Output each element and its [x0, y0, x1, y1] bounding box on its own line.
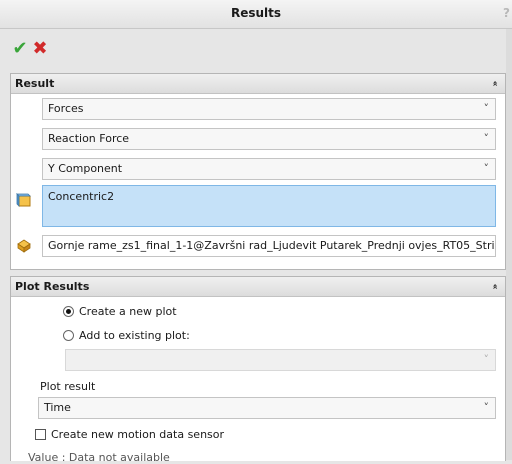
plot-result-dropdown[interactable]: Time ˅: [38, 397, 496, 419]
create-sensor-label: Create new motion data sensor: [51, 428, 225, 441]
collapse-icon[interactable]: «: [485, 81, 504, 87]
result-subtype-dropdown[interactable]: Reaction Force ˅: [42, 128, 496, 150]
create-new-plot-label: Create a new plot: [79, 305, 177, 318]
result-component-dropdown[interactable]: Y Component ˅: [42, 158, 496, 180]
radio-unselected-icon: [63, 330, 74, 341]
chevron-down-icon: ˅: [483, 132, 490, 145]
create-new-plot-radio[interactable]: Create a new plot: [63, 305, 177, 318]
help-icon[interactable]: ?: [503, 0, 510, 26]
component-path-field[interactable]: Gornje rame_zs1_final_1-1@Završni rad_Lj…: [42, 235, 496, 257]
checkbox-unchecked-icon: [35, 429, 46, 440]
scrollbar[interactable]: [506, 29, 512, 460]
chevron-down-icon: ˅: [483, 401, 490, 414]
selection-item[interactable]: Concentric2: [48, 190, 114, 203]
result-component-value: Y Component: [48, 162, 123, 175]
ok-button[interactable]: ✔: [10, 40, 30, 58]
value-status-text: Value : Data not available: [28, 451, 170, 464]
collapse-icon[interactable]: «: [485, 284, 504, 290]
component-path-text: Gornje rame_zs1_final_1-1@Završni rad_Lj…: [48, 239, 496, 252]
radio-selected-icon: [63, 306, 74, 317]
plot-results-panel-title: Plot Results: [15, 280, 90, 293]
existing-plot-dropdown[interactable]: ˅: [65, 349, 496, 371]
plot-result-label: Plot result: [40, 380, 96, 393]
window-title: Results: [230, 6, 282, 20]
add-to-existing-plot-radio[interactable]: Add to existing plot:: [63, 329, 190, 342]
chevron-down-icon: ˅: [483, 162, 490, 175]
face-selection-icon: [16, 193, 31, 207]
chevron-down-icon: ˅: [483, 353, 490, 366]
cancel-button[interactable]: ✖: [30, 40, 50, 58]
result-panel-header[interactable]: Result «: [11, 74, 505, 94]
plot-results-panel-header[interactable]: Plot Results «: [11, 277, 505, 297]
selection-list[interactable]: Concentric2: [42, 185, 496, 227]
component-icon: [17, 239, 31, 253]
title-bar: Results ?: [0, 0, 512, 29]
create-sensor-checkbox[interactable]: Create new motion data sensor: [35, 428, 224, 441]
add-to-existing-plot-label: Add to existing plot:: [79, 329, 190, 342]
chevron-down-icon: ˅: [483, 102, 490, 115]
result-panel-title: Result: [15, 77, 55, 90]
result-type-dropdown[interactable]: Forces ˅: [42, 98, 496, 120]
result-type-value: Forces: [48, 102, 84, 115]
result-subtype-value: Reaction Force: [48, 132, 130, 145]
plot-result-value: Time: [44, 401, 71, 414]
